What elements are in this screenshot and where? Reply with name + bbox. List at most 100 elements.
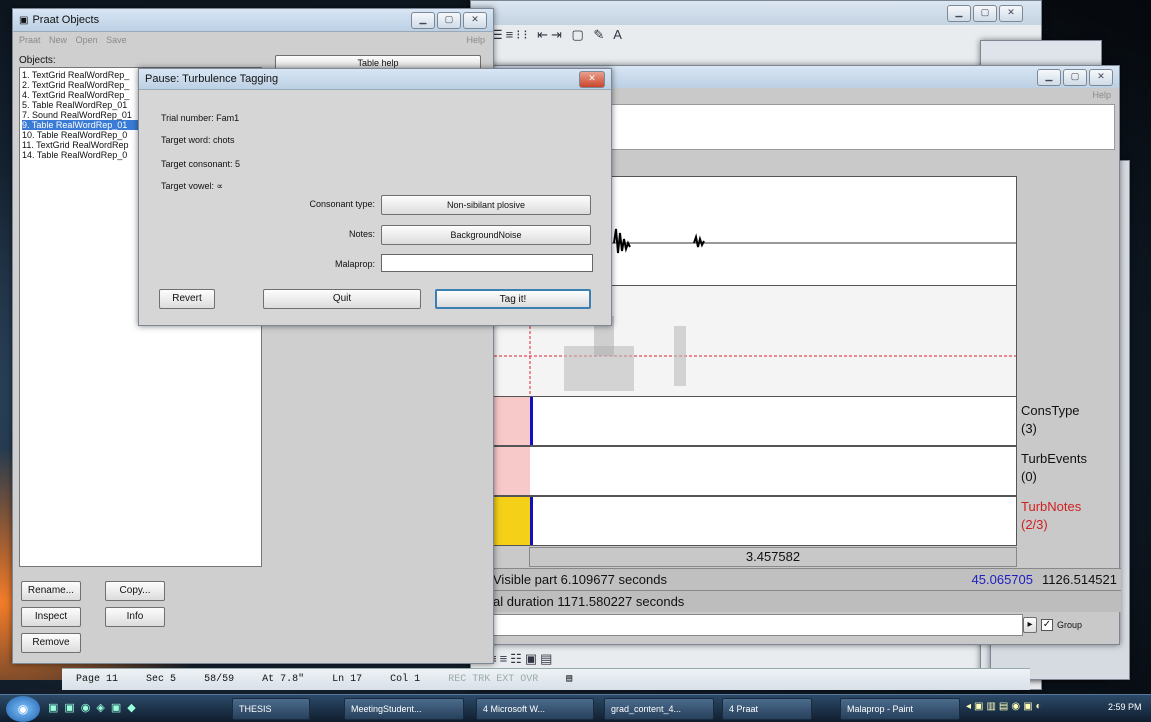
taskbar-item-word[interactable]: 4 Microsoft W... [476,698,594,720]
praat-app-icon: ▣ [19,14,29,26]
visible-part-text: Visible part 6.109677 seconds [493,572,667,587]
close-icon[interactable]: ✕ [463,11,487,29]
menu-praat[interactable]: Praat [19,35,41,45]
taskbar-item-label: THESIS [239,704,272,714]
taskbar-item-grad-content[interactable]: grad_content_4... [604,698,714,720]
close-icon[interactable]: ✕ [999,5,1023,22]
tier-count: (2/3) [1021,517,1048,532]
target-vowel-text: Target vowel: ∝ [161,181,223,191]
objects-titlebar: ▣ Praat Objects ▁ ▢ ✕ [13,9,493,32]
status-section: Sec 5 [146,674,177,685]
status-position: At 7.8" [262,674,305,685]
objects-window-buttons: ▁ ▢ ✕ [411,11,487,29]
notes-dropdown[interactable]: BackgroundNoise [381,225,591,245]
taskbar-item-label: Malaprop - Paint [847,704,914,714]
maximize-icon[interactable]: ▢ [1063,69,1087,86]
visible-part-bar[interactable]: Visible part 6.109677 seconds 45.065705 … [493,568,1121,590]
turbulence-tagging-dialog: Pause: Turbulence Tagging ✕ Trial number… [138,68,612,326]
status-modes: REC TRK EXT OVR [448,674,539,685]
editor-input-bar[interactable] [493,614,1023,636]
remove-button[interactable]: Remove [21,633,81,653]
quit-button[interactable]: Quit [263,289,421,309]
tier-boundary[interactable] [530,397,533,445]
close-icon[interactable]: ✕ [579,70,605,88]
group-control[interactable]: ▸ ✓ Group [1023,615,1101,635]
editor-help-menu[interactable]: Help [1092,90,1111,100]
rename-button[interactable]: Rename... [21,581,81,601]
inspect-button[interactable]: Inspect [21,607,81,627]
taskbar-item-thesis[interactable]: THESIS [232,698,310,720]
tier-pink-interval[interactable] [494,397,530,445]
status-page: Page 11 [76,674,119,685]
status-column: Col 1 [390,674,421,685]
window-start-time: 45.065705 [971,572,1033,587]
tier-label-constype: ConsType (3) [1021,402,1080,438]
tier-count: (3) [1021,421,1037,436]
maximize-icon[interactable]: ▢ [437,11,461,29]
taskbar-item-paint[interactable]: Malaprop - Paint [840,698,960,720]
taskbar-item-label: MeetingStudent... [351,704,422,714]
cursor-time: 3.457582 [745,549,801,564]
taskbar: ◉ ▣▣◉◈▣◆ THESIS MeetingStudent... 4 Micr… [0,694,1151,722]
menu-open[interactable]: Open [76,35,98,45]
word-titlebar: ▁ ▢ ✕ [471,1,1041,25]
minimize-icon[interactable]: ▁ [947,5,971,22]
window-end-time: 1126.514521 [1042,572,1117,587]
start-button[interactable]: ◉ [6,696,40,722]
view-icons[interactable]: ≡≡☷▣▤ [489,651,555,666]
close-icon[interactable]: ✕ [1089,69,1113,86]
taskbar-item-label: 4 Microsoft W... [483,704,546,714]
tier-turbevents[interactable] [493,446,1017,496]
tier-yellow-interval[interactable] [494,497,530,545]
scroll-right-icon[interactable]: ▸ [1023,617,1037,633]
word-ribbon-toolbar: ☰≡⁝⁝ ⇤⇥ ▢ ✎ A [491,27,791,47]
list-format-icons[interactable]: ☰≡⁝⁝ ⇤⇥ ▢ ✎ A [491,27,625,42]
group-checkbox[interactable]: ✓ [1041,619,1053,631]
tier-name: ConsType [1021,403,1080,418]
taskbar-clock[interactable]: 2:59 PM [1108,702,1142,712]
system-tray-icons[interactable]: ◂▣▥▤◉▣◐ [966,701,1106,712]
minimize-icon[interactable]: ▁ [1037,69,1061,86]
quick-launch-icons[interactable]: ▣▣◉◈▣◆ [48,701,198,714]
menu-help[interactable]: Help [466,35,485,45]
objects-window-title: Praat Objects [32,14,100,26]
cursor-time-bar[interactable]: 3.457582 [529,547,1017,567]
dialog-window-buttons: ✕ [579,70,605,88]
tier-name: TurbNotes [1021,499,1082,514]
tier-pink-interval[interactable] [494,447,530,495]
word-bottom-toolbar: ≡≡☷▣▤ [489,651,689,667]
taskbar-item-meeting[interactable]: MeetingStudent... [344,698,464,720]
editor-window-buttons: ▁ ▢ ✕ [1037,69,1113,86]
revert-button[interactable]: Revert [159,289,215,309]
taskbar-item-praat[interactable]: 4 Praat [722,698,812,720]
tier-constype[interactable] [493,396,1017,446]
total-duration-bar[interactable]: al duration 1171.580227 seconds [493,590,1121,612]
objects-label: Objects: [19,55,56,66]
consonant-type-dropdown[interactable]: Non-sibilant plosive [381,195,591,215]
taskbar-item-label: 4 Praat [729,704,759,714]
dialog-title: Pause: Turbulence Tagging [145,73,279,85]
word-window-buttons: ▁ ▢ ✕ [947,5,1023,22]
group-label: Group [1057,620,1083,630]
tier-turbnotes[interactable] [493,496,1017,546]
copy-button[interactable]: Copy... [105,581,165,601]
tier-label-turbevents: TurbEvents (0) [1021,450,1087,486]
tier-label-turbnotes: TurbNotes (2/3) [1021,498,1081,534]
menu-new[interactable]: New [49,35,67,45]
maximize-icon[interactable]: ▢ [973,5,997,22]
book-icon: ▤ [566,674,573,685]
target-word-text: Target word: chots [161,135,235,145]
malaprop-input[interactable] [381,254,593,272]
tag-it-button[interactable]: Tag it! [435,289,591,309]
total-duration-text: al duration 1171.580227 seconds [493,594,685,609]
malaprop-label: Malaprop: [334,259,375,269]
tier-boundary[interactable] [530,497,533,545]
status-line: Ln 17 [332,674,363,685]
status-page-count: 58/59 [204,674,235,685]
taskbar-item-label: grad_content_4... [611,704,682,714]
tier-count: (0) [1021,469,1037,484]
notes-label: Notes: [348,229,375,239]
menu-save[interactable]: Save [106,35,127,45]
info-button[interactable]: Info [105,607,165,627]
minimize-icon[interactable]: ▁ [411,11,435,29]
